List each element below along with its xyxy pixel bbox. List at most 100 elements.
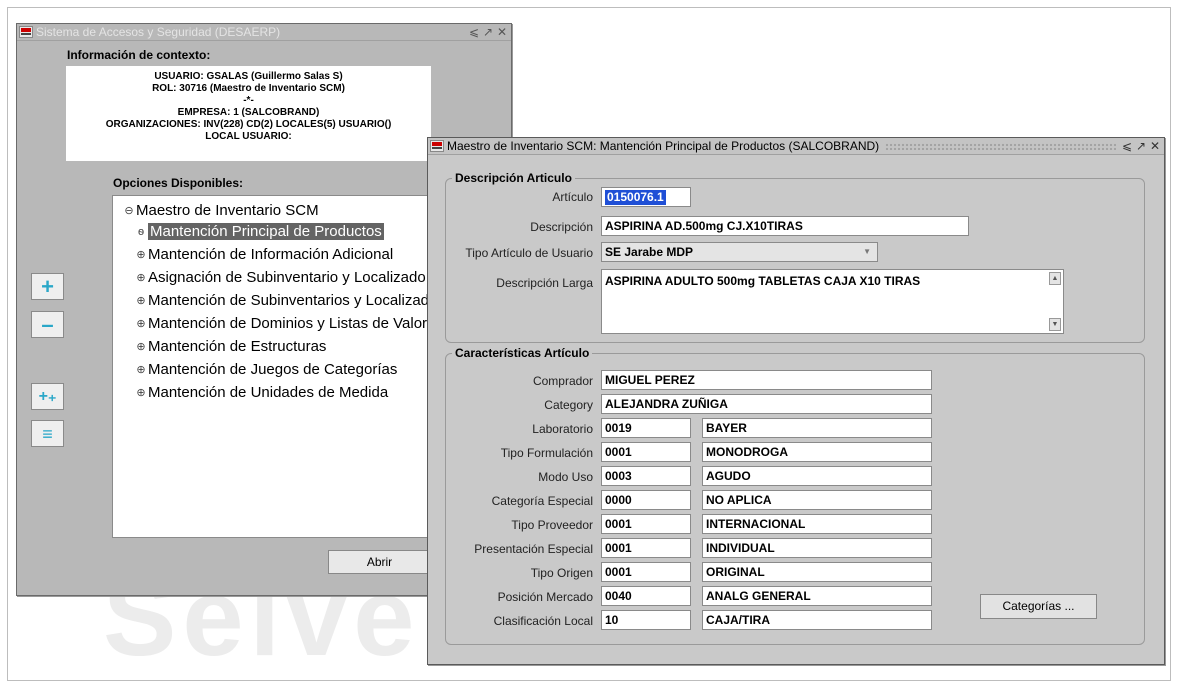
- comprador-field[interactable]: MIGUEL PEREZ: [601, 370, 932, 390]
- tipo-proveedor-code-field[interactable]: 0001: [601, 514, 691, 534]
- tree-item-label: Mantención de Unidades de Medida: [148, 384, 389, 401]
- laboratorio-code-field[interactable]: 0019: [601, 418, 691, 438]
- minus-icon: –: [41, 311, 54, 337]
- tree-item[interactable]: ѳ Mantención Principal de Productos: [135, 223, 384, 240]
- laboratorio-desc-field: BAYER: [702, 418, 932, 438]
- tree-toggle-icon[interactable]: ⊕: [135, 386, 147, 399]
- articulo-value: 0150076.1: [605, 190, 666, 205]
- posicion-mercado-label: Posición Mercado: [497, 590, 593, 604]
- tipo-proveedor-label: Tipo Proveedor: [511, 518, 593, 532]
- screen-frame: Selvel Sistema de Accesos y Seguridad (D…: [7, 7, 1171, 681]
- articulo-label: Artículo: [552, 190, 593, 204]
- modo-uso-code-field[interactable]: 0003: [601, 466, 691, 486]
- tree-toggle-icon[interactable]: ⊕: [135, 340, 147, 353]
- tree-toggle-icon[interactable]: ⊕: [135, 248, 147, 261]
- tipo-formulacion-code-field[interactable]: 0001: [601, 442, 691, 462]
- tipo-origen-code-field[interactable]: 0001: [601, 562, 691, 582]
- tipo-origen-label: Tipo Origen: [530, 566, 593, 580]
- tree-item[interactable]: ⊕ Mantención de Juegos de Categorías: [135, 361, 397, 378]
- maximize-icon[interactable]: ↗: [483, 25, 493, 39]
- clasificacion-local-desc-field: CAJA/TIRA: [702, 610, 932, 630]
- minimize-icon[interactable]: ⩽: [1122, 139, 1132, 153]
- expand-button[interactable]: +: [31, 273, 64, 300]
- article-description-title: Descripción Articulo: [452, 171, 575, 185]
- tree-item-label: Mantención de Información Adicional: [148, 246, 394, 263]
- maximize-icon[interactable]: ↗: [1136, 139, 1146, 153]
- descripcion-larga-field[interactable]: ASPIRINA ADULTO 500mg TABLETAS CAJA X10 …: [601, 269, 1064, 334]
- categoria-especial-label: Categoría Especial: [491, 494, 593, 508]
- presentacion-especial-desc-field: INDIVIDUAL: [702, 538, 932, 558]
- descripcion-field[interactable]: ASPIRINA AD.500mg CJ.X10TIRAS: [601, 216, 969, 236]
- context-line-role: ROL: 30716 (Maestro de Inventario SCM): [152, 83, 345, 94]
- expand-all-button[interactable]: +₊: [31, 383, 64, 410]
- category-label: Category: [544, 398, 593, 412]
- tree-item-label: Asignación de Subinventario y Localizado: [148, 269, 426, 286]
- context-heading: Información de contexto:: [67, 48, 211, 62]
- tipo-articulo-label: Tipo Artículo de Usuario: [465, 246, 593, 260]
- context-line-user: USUARIO: GSALAS (Guillermo Salas S): [154, 71, 343, 82]
- categoria-especial-desc-field: NO APLICA: [702, 490, 932, 510]
- presentacion-especial-label: Presentación Especial: [474, 542, 593, 556]
- category-field[interactable]: ALEJANDRA ZUÑIGA: [601, 394, 932, 414]
- close-icon[interactable]: ✕: [497, 25, 507, 39]
- modo-uso-desc-field: AGUDO: [702, 466, 932, 486]
- access-window-titlebar[interactable]: Sistema de Accesos y Seguridad (DESAERP)…: [17, 24, 511, 41]
- tree-toggle-icon[interactable]: ѳ: [135, 226, 147, 238]
- tree-item-label: Mantención de Juegos de Categorías: [148, 361, 398, 378]
- context-line-separator: -*-: [243, 95, 254, 106]
- tipo-articulo-select[interactable]: SE Jarabe MDP ▼: [601, 242, 878, 262]
- clasificacion-local-label: Clasificación Local: [493, 614, 593, 628]
- tree-item-label: Mantención de Estructuras: [148, 338, 327, 355]
- collapse-all-button[interactable]: ≡: [31, 420, 64, 447]
- tree-item[interactable]: ⊕ Mantención de Estructuras: [135, 338, 326, 355]
- tipo-origen-desc-field: ORIGINAL: [702, 562, 932, 582]
- minimize-icon[interactable]: ⩽: [469, 25, 479, 39]
- collapse-node-icon[interactable]: ⊖: [123, 204, 135, 217]
- tree-root-node[interactable]: ⊖ Maestro de Inventario SCM: [123, 202, 318, 219]
- scroll-down-icon[interactable]: ▼: [1049, 318, 1061, 331]
- tipo-formulacion-desc-field: MONODROGA: [702, 442, 932, 462]
- presentacion-especial-code-field[interactable]: 0001: [601, 538, 691, 558]
- context-line-local: LOCAL USUARIO:: [205, 131, 292, 142]
- collapse-all-icon: ≡: [42, 423, 53, 444]
- access-window-title: Sistema de Accesos y Seguridad (DESAERP): [36, 25, 281, 39]
- descripcion-label: Descripción: [530, 220, 593, 234]
- scroll-up-icon[interactable]: ▲: [1049, 272, 1061, 285]
- options-tree[interactable]: ⊖ Maestro de Inventario SCM ѳ Mantención…: [112, 195, 442, 538]
- posicion-mercado-code-field[interactable]: 0040: [601, 586, 691, 606]
- app-logo-icon: [430, 140, 444, 152]
- tree-item[interactable]: ⊕ Mantención de Subinventarios y Localiz…: [135, 292, 429, 309]
- article-characteristics-title: Características Artículo: [452, 346, 593, 360]
- plus-icon: +: [41, 273, 54, 299]
- posicion-mercado-desc-field: ANALG GENERAL: [702, 586, 932, 606]
- inventory-window-titlebar[interactable]: Maestro de Inventario SCM: Mantención Pr…: [428, 138, 1164, 155]
- context-info-box: USUARIO: GSALAS (Guillermo Salas S) ROL:…: [66, 66, 431, 161]
- tree-item-label: Mantención de Dominios y Listas de Valor: [148, 315, 428, 332]
- context-line-company: EMPRESA: 1 (SALCOBRAND): [177, 107, 320, 118]
- tree-item[interactable]: ⊕ Mantención de Unidades de Medida: [135, 384, 388, 401]
- tree-item[interactable]: ⊕ Mantención de Información Adicional: [135, 246, 393, 263]
- categorias-button[interactable]: Categorías ...: [980, 594, 1097, 619]
- context-line-orgs: ORGANIZACIONES: INV(228) CD(2) LOCALES(5…: [105, 119, 392, 130]
- open-button[interactable]: Abrir: [328, 550, 431, 574]
- inventory-master-window[interactable]: Maestro de Inventario SCM: Mantención Pr…: [427, 137, 1165, 665]
- articulo-field[interactable]: 0150076.1: [601, 187, 691, 207]
- tree-toggle-icon[interactable]: ⊕: [135, 294, 147, 307]
- chevron-down-icon[interactable]: ▼: [863, 243, 871, 261]
- expand-all-icon: +₊: [38, 387, 57, 405]
- tree-toggle-icon[interactable]: ⊕: [135, 363, 147, 376]
- tree-item[interactable]: ⊕ Mantención de Dominios y Listas de Val…: [135, 315, 427, 332]
- tree-item-label: Mantención Principal de Productos: [148, 223, 384, 240]
- tree-item[interactable]: ⊕ Asignación de Subinventario y Localiza…: [135, 269, 426, 286]
- modo-uso-label: Modo Uso: [538, 470, 593, 484]
- tree-toggle-icon[interactable]: ⊕: [135, 271, 147, 284]
- tree-toggle-icon[interactable]: ⊕: [135, 317, 147, 330]
- textarea-scrollbar[interactable]: ▲ ▼: [1049, 272, 1061, 331]
- close-icon[interactable]: ✕: [1150, 139, 1160, 153]
- clasificacion-local-code-field[interactable]: 10: [601, 610, 691, 630]
- tree-item-label: Mantención de Subinventarios y Localizad: [148, 292, 430, 309]
- tipo-proveedor-desc-field: INTERNACIONAL: [702, 514, 932, 534]
- categoria-especial-code-field[interactable]: 0000: [601, 490, 691, 510]
- collapse-button[interactable]: –: [31, 311, 64, 338]
- app-logo-icon: [19, 26, 33, 38]
